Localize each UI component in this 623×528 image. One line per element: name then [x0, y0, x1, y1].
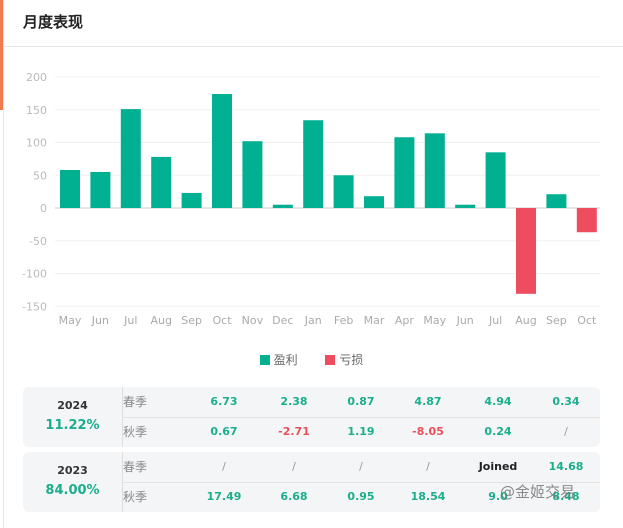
y-tick-label: -150 — [22, 300, 47, 313]
value-cell: -2.71 — [278, 425, 310, 438]
y-tick-label: -100 — [22, 268, 47, 281]
x-tick-label: Nov — [242, 314, 264, 327]
x-tick-label: Aug — [150, 314, 171, 327]
year: 2023 — [57, 464, 88, 477]
x-tick-label: Sep — [181, 314, 202, 327]
value-cell: / — [359, 460, 363, 473]
value-cell: Joined — [478, 460, 518, 473]
x-tick-label: Jun — [456, 314, 474, 327]
monthly-bar-chart: 200 150 100 50 0 -50 -100 -150 May Jun Jul Aug Sep Oc… — [22, 71, 600, 327]
value-cell: / — [222, 460, 226, 473]
chart-legend: 盈利 亏损 — [0, 351, 623, 368]
value-cell: 0.34 — [552, 395, 580, 408]
x-tick-label: Dec — [272, 314, 293, 327]
value-cell: / — [292, 460, 296, 473]
legend-swatch — [325, 355, 336, 365]
watermark: @金姬交易 — [500, 483, 576, 501]
bar[interactable] — [60, 170, 80, 208]
season-label: 秋季 — [123, 490, 148, 504]
x-tick-label: Mar — [364, 314, 385, 327]
x-tick-label: Apr — [395, 314, 415, 327]
x-tick-label: Feb — [334, 314, 353, 327]
y-tick-label: 0 — [40, 202, 47, 215]
value-cell: 0.95 — [347, 490, 375, 503]
year-cell: 2023 84.00% — [23, 452, 123, 512]
x-tick-label: May — [59, 314, 82, 327]
legend-label: 亏损 — [339, 353, 364, 367]
bar[interactable] — [242, 141, 263, 208]
value-cell: 4.94 — [484, 395, 512, 408]
bar[interactable] — [303, 120, 324, 208]
x-tick-label: Jan — [304, 314, 322, 327]
x-tick-label: Oct — [577, 314, 597, 327]
y-tick-label: 100 — [26, 137, 47, 150]
value-cell: 18.54 — [410, 490, 446, 503]
season-label: 春季 — [123, 460, 148, 474]
x-tick-label: Oct — [212, 314, 232, 327]
year-cell: 2024 11.22% — [23, 387, 123, 447]
value-cell: 6.68 — [280, 490, 308, 503]
y-tick-label: -50 — [29, 235, 47, 248]
x-tick-label: Jul — [123, 314, 137, 327]
year-return: 84.00% — [45, 483, 100, 498]
y-tick-label: 50 — [33, 169, 47, 182]
bar[interactable] — [424, 133, 445, 208]
bar[interactable] — [485, 152, 506, 208]
bar[interactable] — [455, 204, 476, 208]
legend-swatch — [259, 355, 270, 365]
value-cell: / — [426, 460, 430, 473]
x-tick-label: Jun — [91, 314, 109, 327]
season-label: 春季 — [123, 395, 148, 409]
value-cell: 0.67 — [210, 425, 238, 438]
bar[interactable] — [333, 175, 354, 208]
value-cell: 1.19 — [347, 425, 375, 438]
season-row: 秋季 0.67 -2.71 1.19 -8.05 0.24 / — [123, 417, 600, 447]
value-cell: 0.87 — [347, 395, 375, 408]
x-tick-label: May — [423, 314, 446, 327]
bar[interactable] — [212, 94, 232, 208]
value-cell: 4.87 — [414, 395, 442, 408]
bar[interactable] — [516, 208, 536, 294]
bar[interactable] — [272, 204, 293, 208]
x-tick-label: Aug — [515, 314, 536, 327]
value-cell: 17.49 — [206, 490, 242, 503]
bar[interactable] — [120, 109, 141, 208]
value-cell: 0.24 — [484, 425, 512, 438]
value-cell: 14.68 — [548, 460, 584, 473]
bar[interactable] — [364, 196, 384, 208]
year-return: 11.22% — [45, 418, 100, 433]
season-label: 秋季 — [123, 425, 148, 439]
y-tick-label: 200 — [26, 71, 47, 84]
x-tick-label: Jul — [488, 314, 502, 327]
bar[interactable] — [394, 137, 415, 208]
bar[interactable] — [546, 194, 567, 208]
y-tick-label: 150 — [26, 104, 47, 117]
x-tick-label: Sep — [546, 314, 567, 327]
season-row: 春季 / / / / Joined 14.68 — [123, 452, 600, 483]
bar[interactable] — [151, 156, 172, 208]
bar[interactable] — [181, 192, 202, 208]
value-cell: 2.38 — [280, 395, 308, 408]
bar[interactable] — [576, 208, 597, 233]
legend-profit[interactable]: 盈利 — [259, 353, 298, 367]
season-row: 春季 6.73 2.38 0.87 4.87 4.94 0.34 — [123, 387, 600, 418]
bar[interactable] — [90, 171, 111, 208]
legend-loss[interactable]: 亏损 — [325, 353, 363, 367]
value-cell: / — [564, 425, 568, 438]
year: 2024 — [57, 399, 88, 412]
value-cell: -8.05 — [412, 425, 444, 438]
year-block: 2024 11.22% 春季 6.73 2.38 0.87 4.87 4.94 0.34 秋季 0.… — [23, 387, 600, 447]
legend-label: 盈利 — [273, 353, 298, 367]
value-cell: 6.73 — [210, 395, 238, 408]
